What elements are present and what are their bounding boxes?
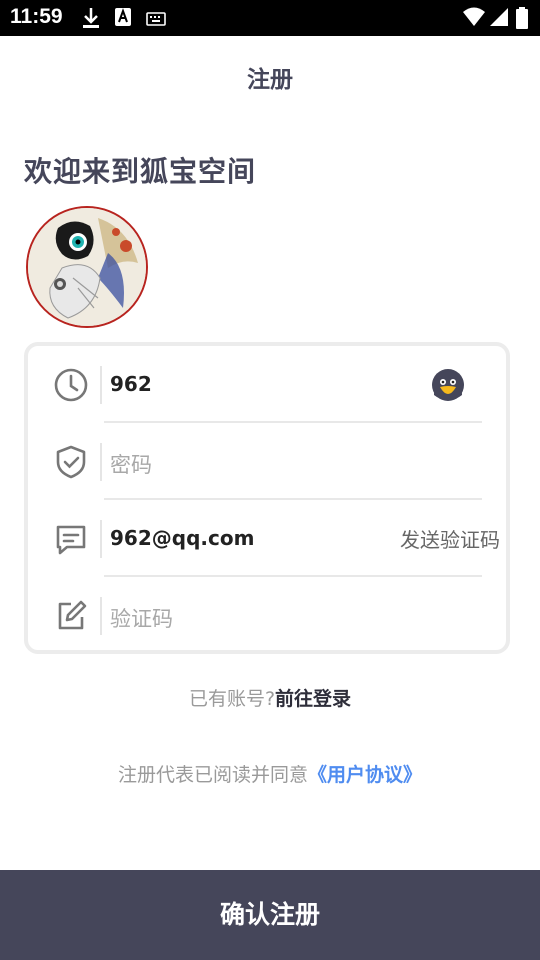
agreement-text: 注册代表已阅读并同意《用户协议》 [0,760,540,787]
agreement-label: 注册代表已阅读并同意 [117,764,308,786]
qq-penguin-icon[interactable] [430,367,466,403]
send-code-button[interactable]: 发送验证码 [400,524,500,553]
shield-check-icon [52,443,90,481]
title-bar: 注册 [0,36,540,112]
password-input[interactable]: 密码 [110,449,152,479]
welcome-heading: 欢迎来到狐宝空间 [24,155,257,188]
status-bar: 11:59 [0,0,540,36]
status-time: 11:59 [10,5,63,28]
battery-icon [516,7,528,33]
login-prompt: 已有账号?前往登录 [0,684,540,711]
code-row[interactable]: 验证码 [28,577,506,654]
message-icon [52,520,90,558]
edit-icon [52,597,90,635]
divider [100,597,102,635]
divider [100,443,102,481]
code-input[interactable]: 验证码 [110,603,173,633]
a-letter-icon [114,7,132,31]
divider [100,366,102,404]
go-login-link[interactable]: 前往登录 [275,688,351,710]
wifi-icon [462,7,486,31]
login-question: 已有账号? [188,688,276,710]
account-input[interactable]: 962 [110,372,152,396]
signal-icon [489,7,509,31]
register-form-card: 962 密码 962@qq.com 发送验证码 验证码 [24,342,510,654]
divider [100,520,102,558]
keyboard-icon [146,11,166,30]
account-row[interactable]: 962 [28,346,506,423]
user-agreement-link[interactable]: 《用户协议》 [308,764,422,786]
clock-icon [52,366,90,404]
email-input[interactable]: 962@qq.com [110,526,254,550]
password-row[interactable]: 密码 [28,423,506,500]
download-icon [82,7,100,33]
confirm-register-button[interactable]: 确认注册 [0,870,540,960]
page-title: 注册 [247,67,293,93]
avatar[interactable] [26,206,148,328]
email-row[interactable]: 962@qq.com 发送验证码 [28,500,506,577]
